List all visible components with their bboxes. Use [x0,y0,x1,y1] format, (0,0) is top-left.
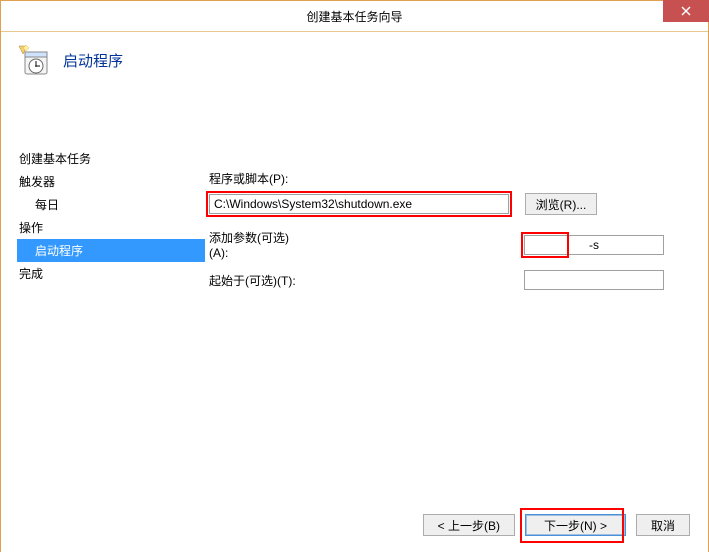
form-area: 程序或脚本(P): 浏览(R)... 添加参数(可选)(A): 起始于(可选)(… [209,170,679,300]
startin-label: 起始于(可选)(T): [209,272,304,289]
startin-input[interactable] [524,270,664,290]
window-title: 创建基本任务向导 [1,8,708,25]
step-action[interactable]: 操作 [17,216,205,239]
step-daily[interactable]: 每日 [17,193,205,216]
step-finish[interactable]: 完成 [17,262,205,285]
wizard-icon [17,44,49,76]
program-script-label: 程序或脚本(P): [209,170,679,187]
step-start-program[interactable]: 启动程序 [17,239,205,262]
page-title: 启动程序 [63,50,123,71]
arguments-label: 添加参数(可选)(A): [209,229,304,260]
body: 启动程序 创建基本任务 触发器 每日 操作 启动程序 完成 程序或脚本(P): … [1,32,708,552]
close-icon [681,6,691,16]
wizard-window: 创建基本任务向导 启动程序 [0,0,709,552]
next-button[interactable]: 下一步(N) > [525,514,626,536]
arguments-input[interactable] [524,235,664,255]
titlebar: 创建基本任务向导 [1,1,708,32]
wizard-header: 启动程序 [17,44,123,76]
back-button[interactable]: < 上一步(B) [423,514,515,536]
close-button[interactable] [663,0,709,22]
step-trigger[interactable]: 触发器 [17,170,205,193]
cancel-button[interactable]: 取消 [636,514,690,536]
wizard-steps-sidebar: 创建基本任务 触发器 每日 操作 启动程序 完成 [17,147,205,285]
browse-button[interactable]: 浏览(R)... [525,193,597,215]
program-script-input[interactable] [209,194,509,214]
wizard-footer: < 上一步(B) 下一步(N) > 取消 [423,514,690,536]
step-create-basic-task[interactable]: 创建基本任务 [17,147,205,170]
